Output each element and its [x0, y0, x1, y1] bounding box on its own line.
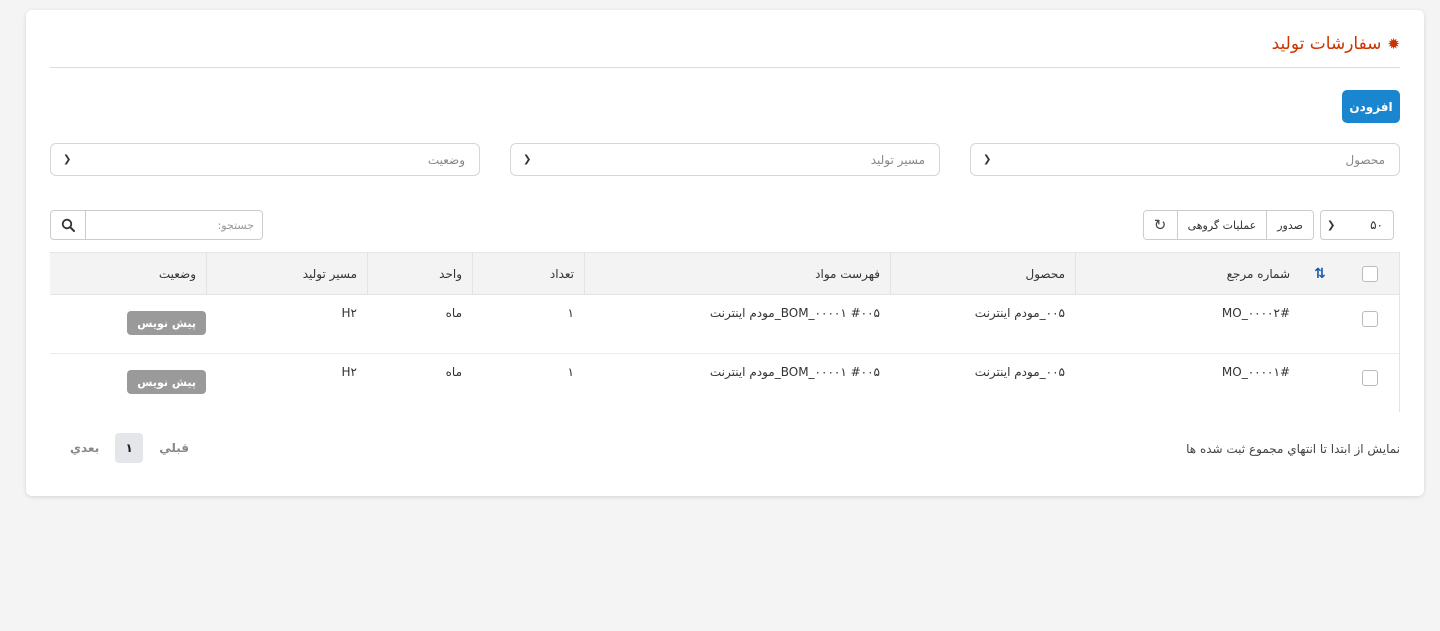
row-unit: ماه — [445, 306, 462, 320]
column-unit[interactable]: واحد — [367, 253, 472, 295]
chevron-down-icon: ❯ — [523, 154, 532, 165]
row-route: H۲ — [341, 306, 357, 320]
search-button[interactable] — [51, 211, 86, 239]
sort-columns-icon[interactable]: ⇅ — [1314, 266, 1326, 282]
row-status-cell: پیش نویس — [50, 364, 206, 400]
chevron-down-icon: ❯ — [63, 154, 72, 165]
column-status[interactable]: وضعیت — [50, 253, 206, 295]
table-row: #MO_۰۰۰۰۱ ۰۰۵_مودم اینترنت #۰۰۵ BOM_۰۰۰۰… — [50, 354, 1400, 413]
select-all-checkbox[interactable] — [1362, 266, 1378, 282]
row-checkbox-cell — [1340, 301, 1400, 337]
row-product: ۰۰۵_مودم اینترنت — [974, 365, 1065, 379]
search-input[interactable] — [86, 211, 262, 239]
row-unit: ماه — [445, 365, 462, 379]
chevron-down-icon: ❯ — [983, 154, 992, 165]
page-size-value: ۵۰ — [1370, 218, 1383, 232]
row-product: ۰۰۵_مودم اینترنت — [974, 306, 1065, 320]
page-size-select[interactable]: ❯ ۵۰ — [1320, 210, 1394, 240]
gear-icon: ✹ — [1387, 34, 1400, 53]
column-toggle-cell: ⇅ — [1300, 253, 1340, 295]
search-icon — [61, 218, 75, 232]
column-bom[interactable]: فهرست مواد — [584, 253, 890, 295]
export-button[interactable]: صدور — [1266, 211, 1313, 239]
column-route[interactable]: مسیر تولید — [206, 253, 367, 295]
row-bom: #۰۰۵ BOM_۰۰۰۰۱_مودم اینترنت — [709, 306, 880, 320]
row-qty: ۱ — [567, 365, 574, 379]
row-qty: ۱ — [567, 306, 574, 320]
page-title-text: سفارشات تولید — [1271, 34, 1382, 54]
toolbar-button-group: ↻ عملیات گروهی صدور — [1142, 210, 1314, 240]
bulk-actions-button[interactable]: عملیات گروهی — [1176, 211, 1267, 239]
row-checkbox[interactable] — [1362, 370, 1378, 386]
row-ref[interactable]: #MO_۰۰۰۰۲ — [1075, 295, 1300, 331]
row-status-cell: پیش نویس — [50, 305, 206, 341]
table-header: ⇅ شماره مرجع محصول فهرست مواد تعداد واحد… — [50, 252, 1400, 295]
orders-card: ✹ سفارشات تولید افزودن ❯ محصول ❯ مسیر تو… — [26, 10, 1424, 496]
route-filter-placeholder: مسیر تولید — [870, 152, 925, 167]
header-divider — [50, 67, 1400, 68]
pagination: بعدي ۱ قبلي — [70, 433, 189, 463]
next-page-link[interactable]: بعدي — [70, 441, 99, 455]
row-checkbox-cell — [1340, 360, 1400, 396]
search-box — [50, 210, 263, 240]
product-filter-select[interactable]: ❯ محصول — [970, 143, 1400, 176]
chevron-down-icon: ❯ — [1327, 219, 1336, 231]
status-badge: پیش نویس — [127, 311, 206, 335]
current-page-button[interactable]: ۱ — [115, 433, 144, 463]
orders-table: ⇅ شماره مرجع محصول فهرست مواد تعداد واحد… — [50, 252, 1400, 413]
prev-page-link[interactable]: قبلي — [159, 441, 189, 455]
refresh-button[interactable]: ↻ — [1143, 211, 1177, 239]
status-filter-select[interactable]: ❯ وضعیت — [50, 143, 480, 176]
row-checkbox[interactable] — [1362, 311, 1378, 327]
table-info: نمایش از ابتدا تا انتهاي مجموع ثبت شده ه… — [1186, 442, 1400, 456]
status-badge: پیش نویس — [127, 370, 206, 394]
column-ref[interactable]: شماره مرجع — [1075, 253, 1300, 295]
row-route: H۲ — [341, 365, 357, 379]
select-all-cell — [1340, 253, 1400, 295]
route-filter-select[interactable]: ❯ مسیر تولید — [510, 143, 940, 176]
page-title: ✹ سفارشات تولید — [1272, 34, 1400, 54]
status-filter-placeholder: وضعیت — [427, 152, 465, 167]
table-toolbar: ↻ عملیات گروهی صدور ❯ ۵۰ — [1142, 210, 1394, 240]
product-filter-placeholder: محصول — [1345, 152, 1386, 167]
table-scroll-edge — [1399, 252, 1400, 412]
column-qty[interactable]: تعداد — [472, 253, 584, 295]
row-ref[interactable]: #MO_۰۰۰۰۱ — [1075, 354, 1300, 390]
refresh-icon: ↻ — [1153, 216, 1167, 234]
table-row: #MO_۰۰۰۰۲ ۰۰۵_مودم اینترنت #۰۰۵ BOM_۰۰۰۰… — [50, 295, 1400, 354]
column-product[interactable]: محصول — [890, 253, 1075, 295]
add-button[interactable]: افزودن — [1342, 90, 1400, 123]
row-bom: #۰۰۵ BOM_۰۰۰۰۱_مودم اینترنت — [709, 365, 880, 379]
